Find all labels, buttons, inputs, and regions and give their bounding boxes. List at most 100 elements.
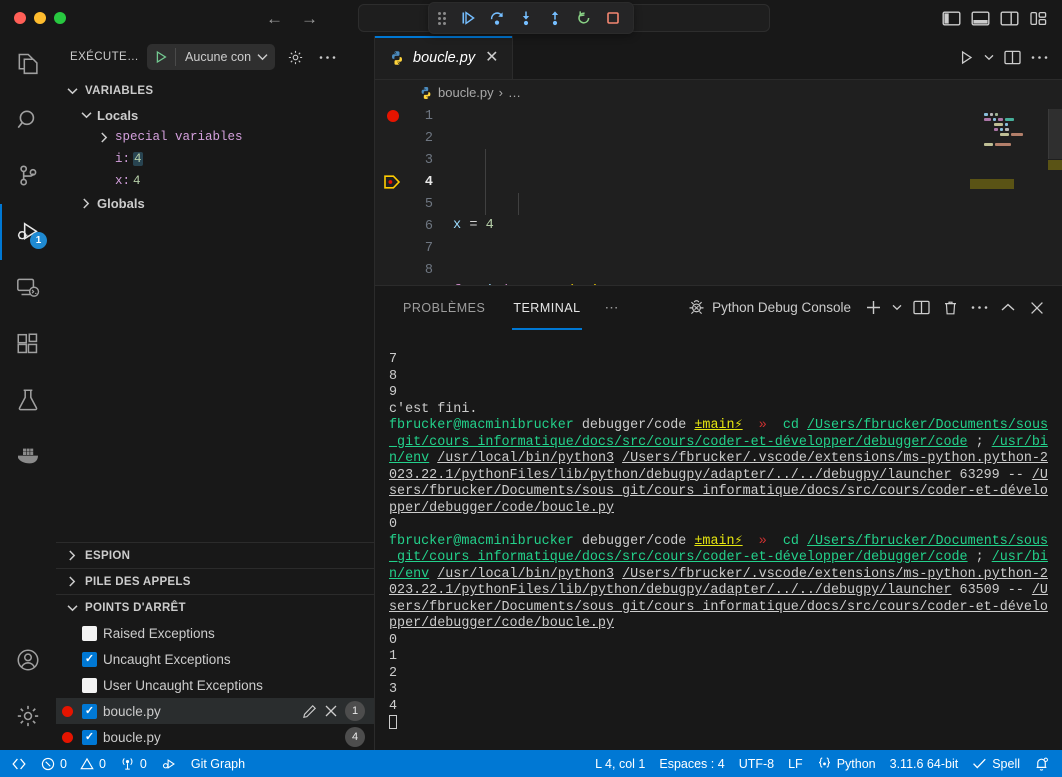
breakpoint-actions: 4 <box>345 727 374 747</box>
status-debug-indicator[interactable] <box>154 750 184 777</box>
scope-globals[interactable]: Globals <box>56 192 374 214</box>
tab-problems[interactable]: PROBLÈMES <box>389 286 499 330</box>
go-back-icon[interactable]: ← <box>266 10 283 27</box>
status-encoding[interactable]: UTF-8 <box>732 757 781 771</box>
sidebar-item-extensions[interactable] <box>0 316 56 372</box>
checkbox-checked[interactable] <box>82 704 97 719</box>
sidebar-item-search[interactable] <box>0 92 56 148</box>
breakpoint-glyph-line-1[interactable] <box>382 105 404 127</box>
editor-gutter[interactable]: 1 2 3 4 5 6 7 8 <box>375 105 445 285</box>
toggle-secondary-sidebar-icon[interactable] <box>1000 10 1019 27</box>
edit-condition-icon[interactable] <box>302 704 317 719</box>
variable-i[interactable]: i: 4 <box>56 148 374 170</box>
tab-terminal[interactable]: TERMINAL <box>499 286 594 330</box>
terminal-dropdown-chevron-down-icon[interactable] <box>889 295 905 321</box>
minimap[interactable] <box>970 105 1048 285</box>
launch-configuration-selector[interactable]: Aucune con <box>147 44 275 70</box>
maximize-panel-chevron-up-icon[interactable] <box>995 295 1021 321</box>
breakpoint-uncaught-exceptions[interactable]: Uncaught Exceptions <box>56 646 374 672</box>
checkbox-unchecked[interactable] <box>82 626 97 641</box>
manage-settings-button[interactable] <box>0 688 56 744</box>
toggle-primary-sidebar-icon[interactable] <box>942 10 961 27</box>
sidebar-item-run-and-debug[interactable]: 1 <box>0 204 56 260</box>
debug-step-into-icon[interactable] <box>513 6 539 30</box>
run-python-file-icon[interactable] <box>959 50 974 65</box>
split-terminal-icon[interactable] <box>908 295 934 321</box>
chevron-right-icon <box>64 550 80 561</box>
breakpoint-raised-exceptions[interactable]: Raised Exceptions <box>56 620 374 646</box>
variable-special-variables[interactable]: special variables <box>56 126 374 148</box>
debug-step-out-icon[interactable] <box>542 6 568 30</box>
close-panel-icon[interactable] <box>1024 295 1050 321</box>
sidebar-item-testing[interactable] <box>0 372 56 428</box>
debug-toolbar-drag-handle[interactable] <box>436 9 448 27</box>
sidebar-more-actions-icon[interactable] <box>315 45 339 69</box>
section-header-breakpoints[interactable]: POINTS D'ARRÊT <box>56 594 374 620</box>
scrollbar-thumb[interactable] <box>1048 109 1062 159</box>
sidebar-item-source-control[interactable] <box>0 148 56 204</box>
close-window-button[interactable] <box>14 12 26 24</box>
start-debugging-icon[interactable] <box>147 50 175 64</box>
status-python-interpreter[interactable]: 3.11.6 64-bit <box>883 757 966 771</box>
sidebar-item-docker[interactable] <box>0 428 56 484</box>
run-options-chevron-down-icon[interactable] <box>984 54 994 61</box>
open-launch-json-gear-icon[interactable] <box>283 45 307 69</box>
status-language-mode[interactable]: Python <box>810 756 883 771</box>
code-editor[interactable]: 1 2 3 4 5 6 7 8 <box>375 105 1062 285</box>
section-header-watch[interactable]: ESPION <box>56 542 374 568</box>
status-git-graph[interactable]: Git Graph <box>184 750 252 777</box>
debug-continue-icon[interactable] <box>455 6 481 30</box>
terminal-output[interactable]: 7 8 9 c'est fini. fbrucker@macminibrucke… <box>375 330 1062 751</box>
status-spell-checker[interactable]: Spell <box>965 757 1027 771</box>
chevron-down-icon[interactable] <box>255 53 275 61</box>
status-notifications-bell-icon[interactable] <box>1027 756 1056 772</box>
editor-more-actions-icon[interactable] <box>1031 55 1048 60</box>
kill-terminal-trash-icon[interactable] <box>937 295 963 321</box>
status-errors[interactable]: 0 0 <box>34 750 113 777</box>
editor-actions <box>959 36 1062 79</box>
status-eol[interactable]: LF <box>781 757 810 771</box>
python-file-icon <box>419 86 433 100</box>
sidebar-sections: VARIABLES Locals special variables <box>56 78 374 750</box>
terminal-name: Python Debug Console <box>712 300 851 315</box>
breakpoint-label: Raised Exceptions <box>103 626 215 641</box>
panel-more-actions-icon[interactable] <box>966 295 992 321</box>
close-tab-icon[interactable]: ✕ <box>483 50 500 66</box>
new-terminal-icon[interactable] <box>860 295 886 321</box>
debug-step-over-icon[interactable] <box>484 6 510 30</box>
terminal-selector[interactable]: Python Debug Console <box>688 299 857 316</box>
variable-x[interactable]: x: 4 <box>56 170 374 192</box>
tab-boucle-py[interactable]: boucle.py ✕ <box>375 36 513 79</box>
section-header-call-stack[interactable]: PILE DES APPELS <box>56 568 374 594</box>
remove-breakpoint-icon[interactable] <box>324 704 338 718</box>
status-indentation[interactable]: Espaces : 4 <box>652 757 731 771</box>
breakpoint-file-boucle-line-1[interactable]: boucle.py 1 <box>56 698 374 724</box>
scope-locals[interactable]: Locals <box>56 104 374 126</box>
breadcrumb-file[interactable]: boucle.py <box>438 85 494 100</box>
breakpoint-user-uncaught-exceptions[interactable]: User Uncaught Exceptions <box>56 672 374 698</box>
breakpoint-file-boucle-line-4[interactable]: boucle.py 4 <box>56 724 374 750</box>
go-forward-icon[interactable]: → <box>301 10 318 27</box>
maximize-window-button[interactable] <box>54 12 66 24</box>
checkbox-checked[interactable] <box>82 652 97 667</box>
terminal-line: 3 <box>389 682 397 697</box>
minimize-window-button[interactable] <box>34 12 46 24</box>
debug-stop-icon[interactable] <box>600 6 626 30</box>
status-remote-indicator[interactable] <box>4 750 34 777</box>
section-header-variables[interactable]: VARIABLES <box>56 78 374 104</box>
panel-tabs-more-icon[interactable]: ⋯ <box>595 299 629 316</box>
checkbox-unchecked[interactable] <box>82 678 97 693</box>
breadcrumb-symbol[interactable]: … <box>508 85 521 100</box>
toggle-panel-icon[interactable] <box>971 10 990 27</box>
status-cursor-position[interactable]: L 4, col 1 <box>588 757 652 771</box>
sidebar-item-explorer[interactable] <box>0 36 56 92</box>
status-ports[interactable]: 0 <box>113 750 154 777</box>
sidebar-item-remote-explorer[interactable] <box>0 260 56 316</box>
editor-overview-ruler[interactable] <box>1048 105 1062 285</box>
debug-restart-icon[interactable] <box>571 6 597 30</box>
checkbox-checked[interactable] <box>82 730 97 745</box>
customize-layout-icon[interactable] <box>1029 10 1048 27</box>
accounts-button[interactable] <box>0 632 56 688</box>
chevron-down-icon <box>64 87 80 95</box>
split-editor-icon[interactable] <box>1004 50 1021 65</box>
